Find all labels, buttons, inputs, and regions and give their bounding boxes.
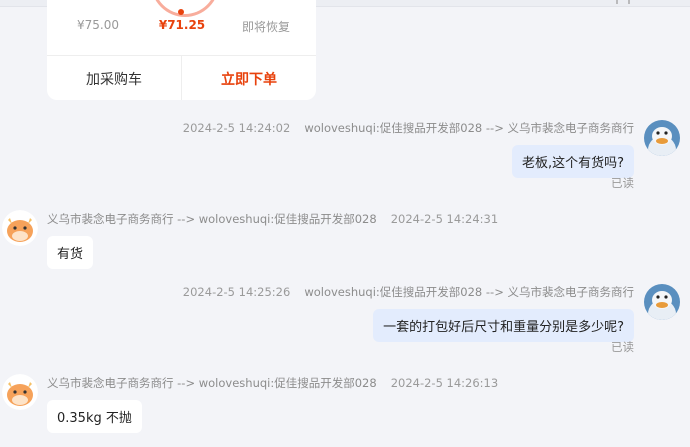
message-meta: 2024-2-5 14:24:02 woloveshuqi:促佳搜品开发部028 … (183, 120, 634, 136)
restore-label: 即将恢复 (241, 20, 290, 34)
price-dot-icon (178, 9, 184, 15)
price-curve-icon (151, 0, 219, 17)
message-time: 2024-2-5 14:24:02 (182, 121, 291, 135)
current-price: ¥71.25 (158, 18, 206, 32)
read-status: 已读 (611, 176, 634, 190)
cow-avatar-icon[interactable] (2, 374, 38, 410)
original-price: ¥75.00 (77, 18, 119, 32)
product-card: ¥75.00 ¥71.25 即将恢复 加采购车 立即下单 (47, 0, 316, 100)
message-bubble[interactable]: 老板,这个有货吗? (511, 145, 634, 178)
message-route: woloveshuqi:促佳搜品开发部028 --> 义乌市裴念电子商务商行 (304, 121, 634, 135)
duck-avatar-icon[interactable] (644, 284, 680, 320)
message-bubble[interactable]: 有货 (47, 236, 94, 269)
cow-avatar-icon[interactable] (2, 210, 38, 246)
message-route: woloveshuqi:促佳搜品开发部028 --> 义乌市裴念电子商务商行 (304, 285, 634, 299)
message-time: 2024-2-5 14:24:31 (390, 212, 499, 226)
message-time: 2024-2-5 14:26:13 (390, 376, 499, 390)
order-now-button[interactable]: 立即下单 (182, 56, 316, 100)
duck-avatar-icon[interactable] (644, 120, 680, 156)
price-row: ¥75.00 ¥71.25 即将恢复 (47, 0, 316, 55)
read-status: 已读 (611, 340, 634, 354)
message-bubble[interactable]: 0.35kg 不抛 (47, 400, 142, 433)
message-route: 义乌市裴念电子商务商行 --> woloveshuqi:促佳搜品开发部028 (47, 212, 377, 226)
add-to-cart-button[interactable]: 加采购车 (47, 56, 182, 100)
message-time: 2024-2-5 14:25:26 (182, 285, 291, 299)
message-bubble[interactable]: 一套的打包好后尺寸和重量分别是多少呢? (373, 309, 634, 342)
message-meta: 义乌市裴念电子商务商行 --> woloveshuqi:促佳搜品开发部028 20… (47, 375, 498, 391)
card-actions: 加采购车 立即下单 (47, 55, 316, 100)
window-handle-icon (616, 0, 630, 4)
message-meta: 义乌市裴念电子商务商行 --> woloveshuqi:促佳搜品开发部028 20… (47, 211, 498, 227)
message-meta: 2024-2-5 14:25:26 woloveshuqi:促佳搜品开发部028 … (183, 284, 634, 300)
message-route: 义乌市裴念电子商务商行 --> woloveshuqi:促佳搜品开发部028 (47, 376, 377, 390)
